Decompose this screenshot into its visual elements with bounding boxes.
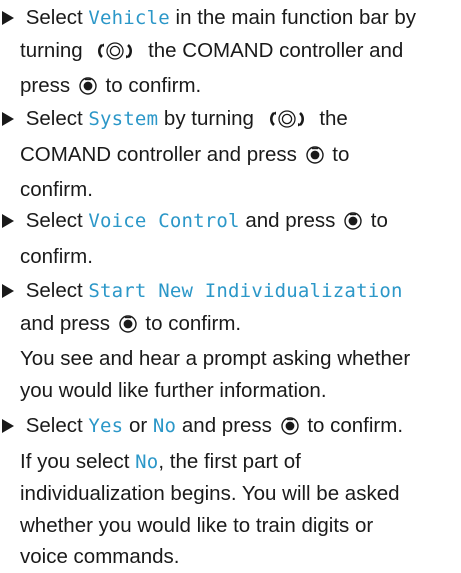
step-line: Select Voice Control and press to: [20, 205, 457, 241]
step-line: If you select No, the first part of: [20, 446, 457, 479]
step-line: press to confirm.: [20, 70, 457, 106]
step-text-segment: individualization begins. You will be as…: [20, 482, 400, 505]
step-text: Select Yes or No and press to confirm. If…: [20, 410, 457, 573]
step-line: Select Yes or No and press to confirm.: [20, 410, 457, 446]
step-4: Select Start New Individualization and pr…: [2, 275, 457, 406]
step-text-segment: to confirm.: [99, 74, 202, 97]
press-icon: [280, 414, 300, 446]
step-text-segment: to confirm.: [139, 311, 242, 335]
step-text-segment: , the first part of: [158, 449, 301, 473]
step-line: individualization begins. You will be as…: [20, 478, 457, 510]
step-text: Select Start New Individualization and pr…: [20, 275, 457, 406]
step-text-segment: COMAND controller and press: [20, 142, 303, 166]
step-text-segment: to: [326, 142, 350, 166]
step-text-segment: in the main function bar by: [169, 6, 416, 29]
step-line: confirm.: [20, 174, 457, 206]
step-line: Select System by turning the: [20, 103, 457, 139]
step-text-segment: Select: [20, 414, 89, 437]
step-text-segment: confirm.: [20, 178, 93, 201]
step-text-segment: or: [123, 414, 153, 437]
step-line: You see and hear a prompt asking whether: [20, 343, 457, 375]
step-text-segment: the COMAND controller and: [142, 38, 404, 62]
step-text-segment: Select: [20, 6, 89, 29]
step-text: Select System by turning the COMAND contr…: [20, 103, 457, 206]
step-text-segment: Select: [20, 107, 89, 130]
step-text: Select Vehicle in the main function bar …: [20, 2, 457, 106]
step-text-segment: by turning: [158, 107, 260, 130]
step-line: and press to confirm.: [20, 308, 457, 344]
step-1: Select Vehicle in the main function bar …: [2, 2, 457, 106]
menu-item-name: No: [152, 415, 177, 437]
manual-page: Select Vehicle in the main function bar …: [0, 0, 461, 568]
step-text-segment: whether you would like to train digits o…: [20, 513, 374, 537]
step-arrow-icon: [2, 214, 14, 228]
step-line: COMAND controller and press to: [20, 139, 457, 175]
step-text-segment: press: [20, 74, 76, 97]
step-line: voice commands.: [20, 541, 457, 573]
step-2: Select System by turning the COMAND contr…: [2, 103, 457, 206]
step-arrow-icon: [2, 419, 14, 433]
step-text-segment: to: [365, 209, 388, 232]
press-icon: [305, 143, 325, 175]
press-icon: [118, 312, 138, 344]
step-line: confirm.: [20, 241, 457, 273]
step-5: Select Yes or No and press to confirm. If…: [2, 410, 457, 573]
step-text-segment: and press: [176, 414, 278, 437]
step-text-segment: Select: [20, 209, 89, 232]
turn-controller-icon: [262, 107, 312, 139]
turn-controller-icon: [90, 39, 140, 71]
menu-item-name: No: [135, 450, 159, 473]
step-text-segment: the: [313, 107, 348, 130]
menu-item-name: System: [88, 108, 159, 130]
step-text-segment: and press: [20, 311, 116, 335]
step-text-segment: You see and hear a prompt asking whether: [20, 347, 411, 370]
step-text-segment: you would like further information.: [20, 378, 327, 402]
menu-item-name: Voice Control: [88, 210, 240, 232]
step-text-segment: and press: [239, 209, 342, 232]
step-line: whether you would like to train digits o…: [20, 510, 457, 542]
step-line: Select Vehicle in the main function bar …: [20, 2, 457, 35]
step-line: turning the COMAND controller and: [20, 35, 457, 71]
step-arrow-icon: [2, 112, 14, 126]
menu-item-name: Yes: [88, 415, 124, 437]
press-icon: [343, 209, 363, 241]
step-text-segment: voice commands.: [20, 545, 180, 568]
step-text-segment: confirm.: [20, 244, 93, 268]
step-line: you would like further information.: [20, 375, 457, 407]
step-text-segment: Select: [20, 279, 89, 302]
step-text-segment: to confirm.: [301, 414, 404, 437]
step-text-segment: If you select: [20, 449, 136, 473]
step-line: Select Start New Individualization: [20, 275, 457, 308]
menu-item-name: Vehicle: [88, 7, 170, 29]
menu-item-name: Start New Individualization: [88, 280, 403, 302]
step-arrow-icon: [2, 284, 14, 298]
step-arrow-icon: [2, 11, 14, 25]
step-text: Select Voice Control and press to confirm…: [20, 205, 457, 272]
step-text-segment: turning: [20, 38, 89, 62]
press-icon: [78, 74, 98, 106]
step-3: Select Voice Control and press to confirm…: [2, 205, 457, 272]
